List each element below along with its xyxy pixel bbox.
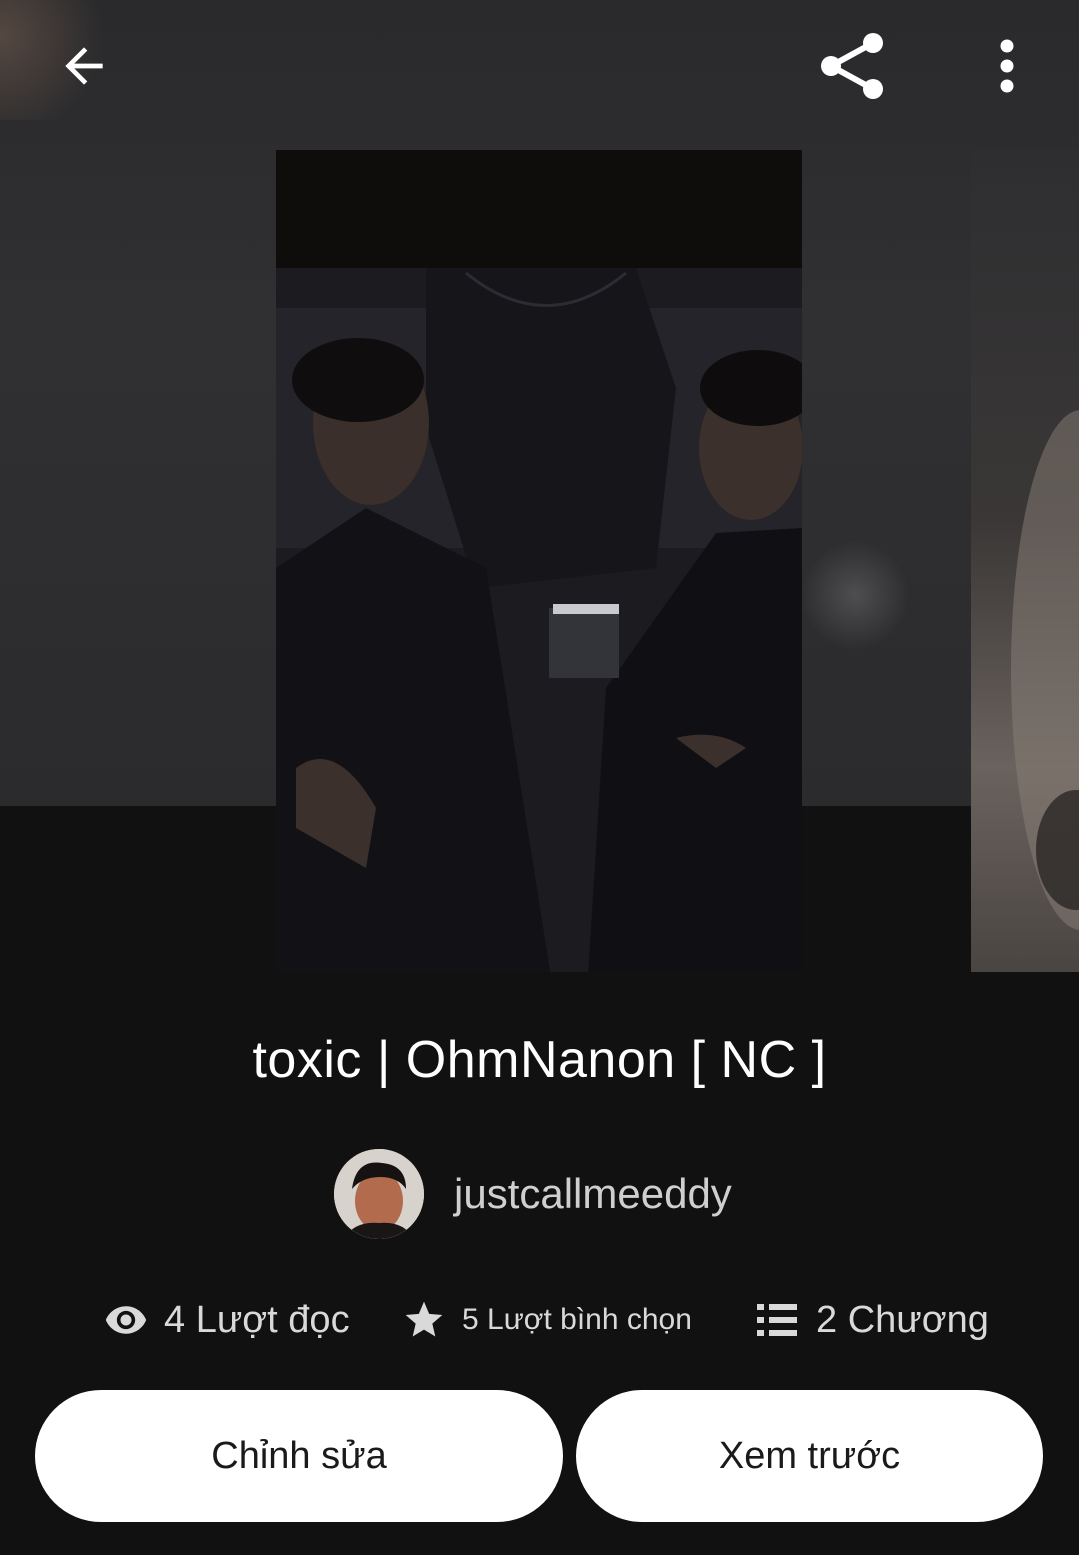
author-name[interactable]: justcallmeeddy: [454, 1170, 732, 1218]
author-avatar-image: [334, 1149, 424, 1239]
star-icon: [405, 1301, 443, 1337]
author-row[interactable]: justcallmeeddy: [334, 1148, 732, 1240]
eye-icon: [105, 1306, 147, 1334]
more-options-button[interactable]: [982, 30, 1032, 102]
cover-photo: [276, 268, 802, 972]
stats-row: 4 Lượt đọc 5 Lượt bình chọn 2 Chương: [0, 1290, 1079, 1350]
list-icon: [757, 1304, 797, 1336]
parts-stat: 2 Chương: [756, 1290, 989, 1350]
story-title: toxic | OhmNanon [ NC ]: [252, 1031, 827, 1089]
story-cover[interactable]: [276, 150, 802, 972]
back-arrow-icon: [65, 47, 103, 85]
avatar[interactable]: [334, 1149, 424, 1239]
reads-count: 4 Lượt đọc: [164, 1298, 350, 1341]
back-button[interactable]: [48, 30, 120, 102]
top-bar: [0, 0, 1079, 130]
next-cover-preview[interactable]: [971, 150, 1079, 972]
reads-stat: 4 Lượt đọc: [104, 1290, 350, 1350]
parts-count: 2 Chương: [816, 1298, 989, 1341]
cover-photo-illustration: [276, 268, 802, 972]
share-icon: [821, 33, 883, 99]
votes-stat: 5 Lượt bình chọn: [402, 1290, 692, 1350]
more-vertical-icon: [1000, 39, 1014, 93]
share-button[interactable]: [806, 24, 896, 108]
preview-button[interactable]: Xem trước: [576, 1390, 1043, 1522]
hero-blur-mid: [800, 540, 910, 650]
edit-button[interactable]: Chỉnh sửa: [35, 1390, 563, 1522]
next-cover-image: [1011, 410, 1079, 930]
votes-count: 5 Lượt bình chọn: [462, 1303, 692, 1336]
